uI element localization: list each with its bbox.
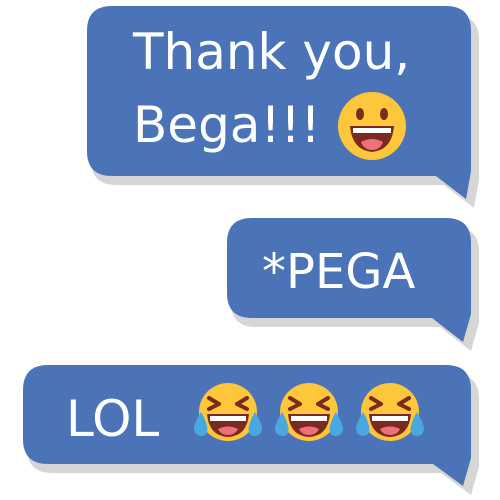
message-2-text: *PEGA bbox=[262, 244, 416, 300]
tears-of-joy-emoji bbox=[194, 383, 262, 441]
message-1-line-1: Thank you, bbox=[133, 23, 411, 81]
tears-of-joy-emoji bbox=[356, 383, 424, 441]
chat-conversation: Thank you, Bega!!! *PEGA LOL bbox=[0, 0, 500, 500]
grinning-face-emoji bbox=[338, 92, 406, 160]
tears-of-joy-emoji bbox=[275, 383, 343, 441]
message-3-text: LOL bbox=[66, 390, 160, 448]
message-1-line-2: Bega!!! bbox=[133, 96, 321, 154]
